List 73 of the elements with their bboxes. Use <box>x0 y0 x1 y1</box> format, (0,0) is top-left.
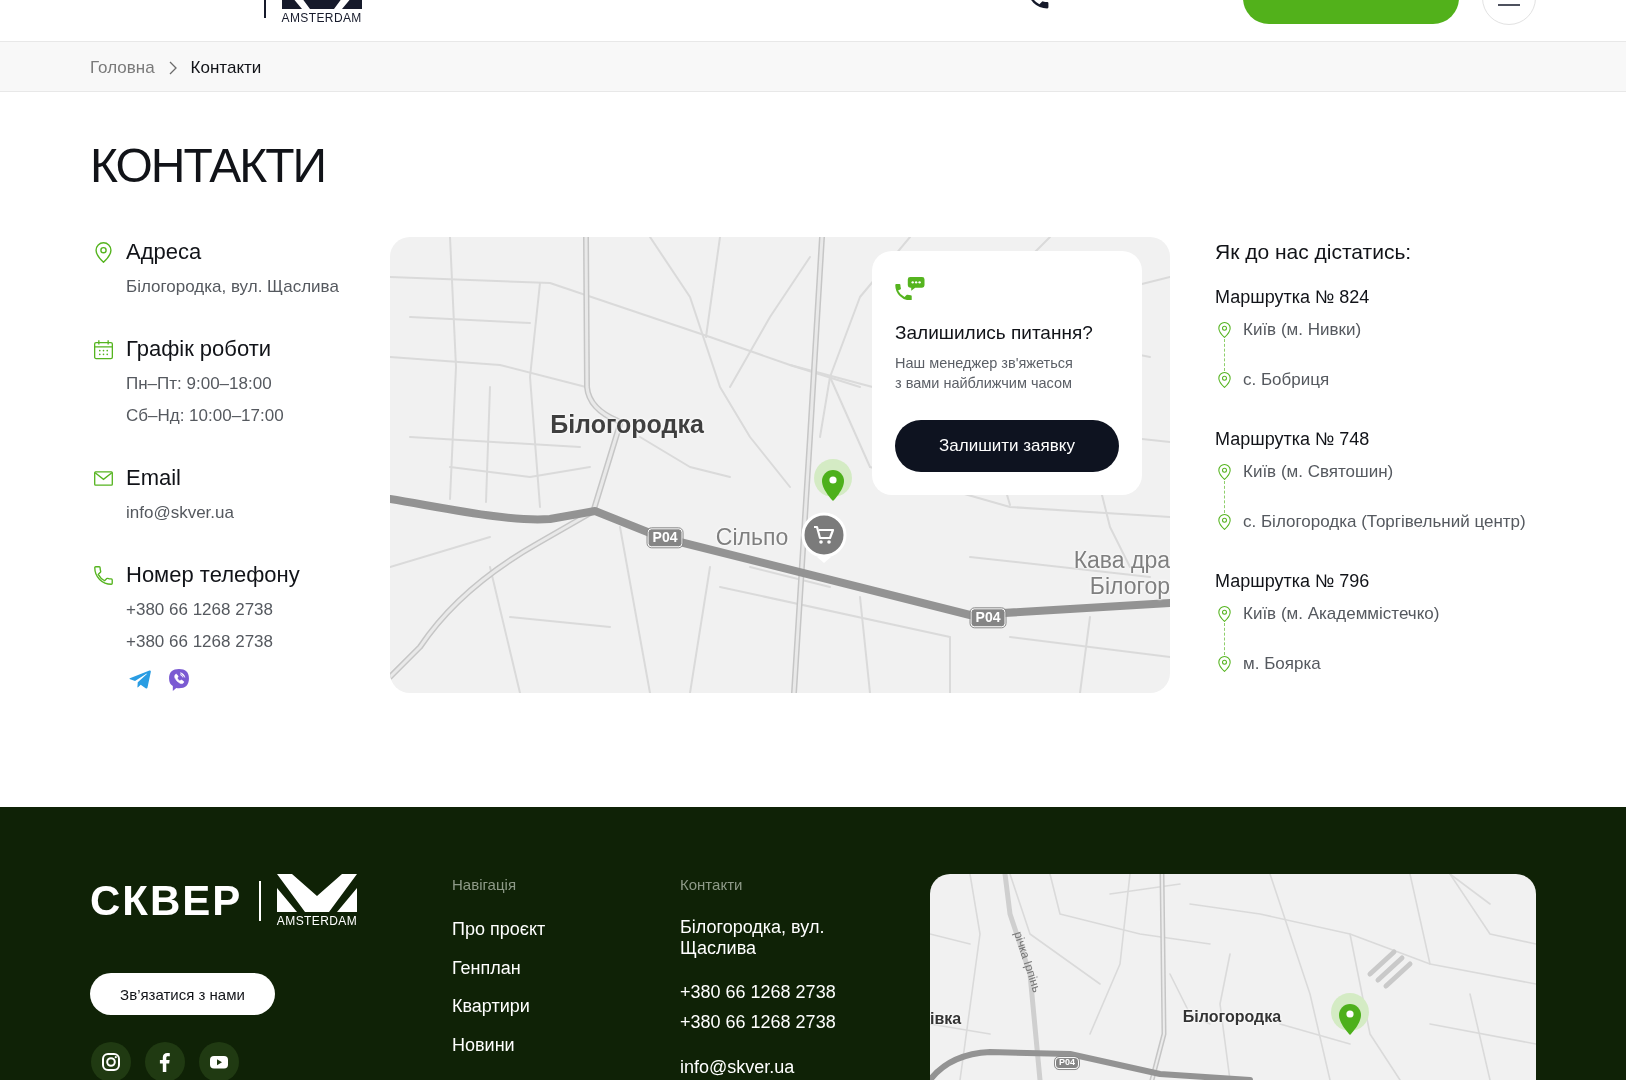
breadcrumb-link[interactable]: Головна <box>90 58 155 78</box>
route-name: Маршрутка № 796 <box>1215 570 1371 593</box>
map-place-label: івка <box>930 1010 962 1028</box>
river-label: річка Ірпінь <box>1010 929 1044 995</box>
calendar-icon <box>94 338 113 360</box>
camera-icon[interactable] <box>91 1042 131 1080</box>
logo-tagline: AMSTERDAM <box>276 914 358 928</box>
stop-name: м. Боярка <box>1243 654 1321 674</box>
map-place-label: Білогородка <box>550 411 704 439</box>
stop-name: Київ (м. Академмістечко) <box>1243 604 1440 624</box>
paper-plane-icon[interactable] <box>129 669 151 691</box>
request-button[interactable]: Залишити заявку <box>895 420 1119 472</box>
stop-name: с. Білогородка (Торгівельний центр) <box>1243 512 1526 532</box>
phone-link[interactable]: +380 66 1268 2738 <box>126 626 273 658</box>
phone-link[interactable]: +380 66 1268 2738 <box>680 1010 836 1034</box>
directions-title: Як до нас дістатись: <box>1215 239 1413 265</box>
map-panel[interactable]: Залишились питання? Наш менеджер зв'яжеться з вами найближчим часом Залишити заявку Білогородка P04 Сільпо Кава дра Білогор P04 <box>390 237 1170 693</box>
contact-title: Адреса <box>126 238 202 266</box>
shopping-cart-marker-icon <box>801 512 847 564</box>
chevron-right-icon <box>168 61 177 75</box>
logo-wordmark: СКВЕР <box>90 880 243 922</box>
phone-icon <box>94 564 113 586</box>
stop-name: Київ (м. Святошин) <box>1243 462 1394 482</box>
stop-name: Київ (м. Нивки) <box>1243 320 1362 340</box>
phone-link[interactable]: +380 66 1268 2738 <box>680 980 836 1004</box>
card-title: Залишились питання? <box>895 321 1093 345</box>
contact-title: Email <box>126 464 181 492</box>
stop-name: с. Бобриця <box>1243 370 1330 390</box>
map-panel[interactable]: річка Ірпінь івка Білогородка P04 <box>930 874 1536 1080</box>
footer-heading: Навігація <box>452 875 516 895</box>
email-link[interactable]: info@skver.ua <box>126 497 234 529</box>
road-number-label: P04 <box>970 608 1006 628</box>
logo-mark-icon <box>276 874 357 912</box>
map-place-label: Білогородка <box>1182 1008 1282 1026</box>
road-number-label: P04 <box>647 528 683 548</box>
location-pin-icon <box>1218 464 1231 480</box>
footer-nav-link[interactable]: Квартири <box>452 994 530 1018</box>
location-pin-icon <box>1218 606 1231 622</box>
breadcrumb-current: Контакти <box>190 58 262 78</box>
location-pin-icon <box>1218 514 1231 530</box>
contact-value: Пн–Пт: 9:00–18:00 <box>126 373 272 395</box>
contact-value: Сб–Нд: 10:00–17:00 <box>126 405 284 427</box>
location-pin-icon <box>94 241 113 263</box>
footer-nav-link[interactable]: Новини <box>452 1032 515 1057</box>
location-pin-icon <box>1218 372 1231 388</box>
footer-nav-link[interactable]: Генплан <box>452 955 521 980</box>
phone-bubble-icon[interactable] <box>168 669 190 691</box>
card-text: Наш менеджер зв'яжеться з вами найближчим часом <box>895 354 1073 393</box>
phone-link[interactable]: +380 66 1268 2738 <box>126 594 273 626</box>
route-name: Маршрутка № 824 <box>1215 286 1371 309</box>
contact-title: Графік роботи <box>126 335 272 363</box>
logo-tagline: AMSTERDAM <box>281 10 362 25</box>
location-pin-icon <box>1218 322 1231 338</box>
footer-nav-link[interactable]: Про проєкт <box>452 917 546 941</box>
contact-us-button[interactable]: Зв’язатися з нами <box>90 973 275 1015</box>
map-place-label: Білогор <box>1089 574 1170 600</box>
phone-chat-icon <box>895 276 925 300</box>
footer-address: Білогородка, вул. Щаслива <box>680 916 826 959</box>
route-connector-line <box>1224 481 1225 513</box>
route-connector-line <box>1224 339 1225 371</box>
play-icon[interactable] <box>199 1042 239 1080</box>
route-connector-line <box>1224 623 1225 655</box>
email-link[interactable]: info@skver.ua <box>680 1055 795 1079</box>
contact-value: Білогородка, вул. Щаслива <box>126 276 339 298</box>
contact-title: Номер телефону <box>126 561 300 589</box>
route-name: Маршрутка № 748 <box>1215 428 1371 451</box>
page-title: КОНТАКТИ <box>90 138 325 194</box>
road-number-label: P04 <box>1055 1057 1079 1069</box>
location-pin-icon <box>1218 656 1231 672</box>
map-place-label: Кава дра <box>1073 548 1170 574</box>
map-place-label: Сільпо <box>715 525 789 551</box>
footer-heading: Контакти <box>680 875 743 895</box>
letter-f-icon[interactable] <box>145 1042 185 1080</box>
